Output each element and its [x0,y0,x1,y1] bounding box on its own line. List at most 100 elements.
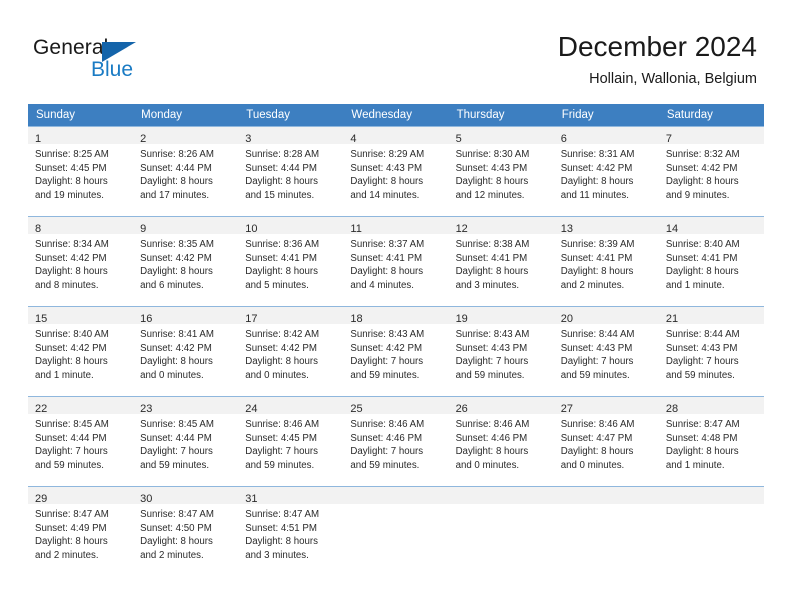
day-details: Sunrise: 8:28 AM Sunset: 4:44 PM Daylight:… [238,144,343,202]
calendar-day-cell[interactable]: 26 Sunrise: 8:46 AM Sunset: 4:46 PM Dayligh… [448,396,554,487]
calendar-day-cell-empty [553,486,659,576]
weekday-header-thursday: Thursday [448,104,554,127]
sunset-text: Sunset: 4:47 PM [560,432,633,444]
sunrise-text: Sunrise: 8:28 AM [245,149,320,160]
calendar-day-cell[interactable]: 21 Sunrise: 8:44 AM Sunset: 4:43 PM Dayligh… [658,306,764,397]
day-number-bar: 14 [658,217,764,235]
day-number-bar: 28 [658,397,764,415]
day-details: Sunrise: 8:46 AM Sunset: 4:46 PM Daylight:… [343,414,448,472]
day-details: Sunrise: 8:47 AM Sunset: 4:50 PM Daylight:… [133,504,238,562]
calendar-day-cell[interactable]: 25 Sunrise: 8:46 AM Sunset: 4:46 PM Dayligh… [343,396,449,487]
sunset-text: Sunset: 4:42 PM [350,342,423,354]
calendar-day-cell[interactable]: 13 Sunrise: 8:39 AM Sunset: 4:41 PM Dayligh… [553,216,659,307]
calendar-day-cell[interactable]: 15 Sunrise: 8:40 AM Sunset: 4:42 PM Dayligh… [28,306,134,397]
day-details: Sunrise: 8:35 AM Sunset: 4:42 PM Daylight:… [133,234,238,292]
calendar-day-cell-empty [448,486,554,576]
sunrise-text: Sunrise: 8:47 AM [35,509,109,520]
daylight-text-line2: and 59 minutes. [140,459,210,471]
day-number: 24 [245,403,258,415]
daylight-text-line2: and 6 minutes. [140,279,204,291]
daylight-text-line2: and 1 minute. [665,459,725,471]
calendar-day-cell[interactable]: 14 Sunrise: 8:40 AM Sunset: 4:41 PM Dayligh… [658,216,764,307]
calendar-day-cell[interactable]: 16 Sunrise: 8:41 AM Sunset: 4:42 PM Dayligh… [133,306,239,397]
daylight-text-line1: Daylight: 7 hours [455,356,529,368]
daylight-text-line1: Daylight: 7 hours [350,356,424,368]
day-number-bar: 7 [658,127,764,145]
calendar-day-cell[interactable]: 30 Sunrise: 8:47 AM Sunset: 4:50 PM Dayligh… [133,486,239,576]
sunset-text: Sunset: 4:43 PM [350,162,423,174]
title-block: December 2024 Hollain, Wallonia, Belgium [558,30,757,89]
day-number: 21 [665,313,679,325]
calendar-day-cell[interactable]: 9 Sunrise: 8:35 AM Sunset: 4:42 PM Daylight… [133,216,239,307]
day-details: Sunrise: 8:40 AM Sunset: 4:41 PM Daylight:… [659,234,764,292]
daylight-text-line1: Daylight: 7 hours [35,446,108,458]
day-number: 6 [560,133,567,145]
day-number: 1 [35,133,42,145]
day-details: Sunrise: 8:29 AM Sunset: 4:43 PM Daylight:… [343,144,448,202]
sunset-text: Sunset: 4:44 PM [245,162,317,174]
calendar-day-cell[interactable]: 29 Sunrise: 8:47 AM Sunset: 4:49 PM Dayligh… [28,486,134,576]
day-number: 27 [560,403,573,415]
calendar-day-cell[interactable]: 4 Sunrise: 8:29 AM Sunset: 4:43 PM Daylight… [343,126,449,217]
calendar-day-cell[interactable]: 12 Sunrise: 8:38 AM Sunset: 4:41 PM Dayligh… [448,216,554,307]
daylight-text-line2: and 5 minutes. [245,279,309,291]
calendar-day-cell[interactable]: 22 Sunrise: 8:45 AM Sunset: 4:44 PM Dayligh… [28,396,134,487]
daylight-text-line1: Daylight: 8 hours [455,176,529,188]
day-number: 22 [35,403,48,415]
sunset-text: Sunset: 4:51 PM [245,522,317,534]
daylight-text-line1: Daylight: 8 hours [665,266,739,278]
calendar-day-cell[interactable]: 3 Sunrise: 8:28 AM Sunset: 4:44 PM Daylight… [238,126,344,217]
calendar-day-cell[interactable]: 10 Sunrise: 8:36 AM Sunset: 4:41 PM Dayligh… [238,216,344,307]
day-details: Sunrise: 8:41 AM Sunset: 4:42 PM Daylight:… [133,324,238,382]
calendar-day-cell[interactable]: 19 Sunrise: 8:43 AM Sunset: 4:43 PM Dayligh… [448,306,554,397]
day-details: Sunrise: 8:44 AM Sunset: 4:43 PM Daylight:… [554,324,659,382]
calendar-day-cell[interactable]: 31 Sunrise: 8:47 AM Sunset: 4:51 PM Dayligh… [238,486,344,576]
calendar-day-cell[interactable]: 11 Sunrise: 8:37 AM Sunset: 4:41 PM Dayligh… [343,216,449,307]
logo-text-general: General [33,36,109,59]
calendar-day-cell[interactable]: 5 Sunrise: 8:30 AM Sunset: 4:43 PM Daylight… [448,126,554,217]
day-number-bar: 17 [238,307,344,325]
sunset-text: Sunset: 4:44 PM [140,162,212,174]
day-details: Sunrise: 8:43 AM Sunset: 4:43 PM Daylight:… [449,324,554,382]
daylight-text-line2: and 8 minutes. [35,279,99,291]
day-number-bar: 12 [448,217,554,235]
calendar-day-cell[interactable]: 18 Sunrise: 8:43 AM Sunset: 4:42 PM Dayligh… [343,306,449,397]
daylight-text-line1: Daylight: 8 hours [350,176,424,188]
sunset-text: Sunset: 4:41 PM [350,252,423,264]
calendar-day-cell[interactable]: 27 Sunrise: 8:46 AM Sunset: 4:47 PM Dayligh… [553,396,659,487]
calendar-day-cell[interactable]: 8 Sunrise: 8:34 AM Sunset: 4:42 PM Daylight… [28,216,134,307]
calendar-week-row: 22 Sunrise: 8:45 AM Sunset: 4:44 PM Dayligh… [28,396,764,487]
calendar-day-cell[interactable]: 24 Sunrise: 8:46 AM Sunset: 4:45 PM Dayligh… [238,396,344,487]
day-details: Sunrise: 8:30 AM Sunset: 4:43 PM Daylight:… [449,144,554,202]
sunrise-text: Sunrise: 8:36 AM [245,239,320,250]
day-details: Sunrise: 8:26 AM Sunset: 4:44 PM Daylight:… [133,144,238,202]
daylight-text-line2: and 59 minutes. [245,459,315,471]
day-details: Sunrise: 8:25 AM Sunset: 4:45 PM Daylight:… [28,144,133,202]
day-number-bar [448,487,554,504]
calendar-day-cell[interactable]: 17 Sunrise: 8:42 AM Sunset: 4:42 PM Dayligh… [238,306,344,397]
calendar-day-cell[interactable]: 6 Sunrise: 8:31 AM Sunset: 4:42 PM Daylight… [553,126,659,217]
sunrise-text: Sunrise: 8:43 AM [350,329,425,340]
day-number: 28 [665,403,679,415]
daylight-text-line1: Daylight: 8 hours [350,266,424,278]
calendar-week-row: 29 Sunrise: 8:47 AM Sunset: 4:49 PM Dayligh… [28,486,764,576]
calendar-day-cell[interactable]: 23 Sunrise: 8:45 AM Sunset: 4:44 PM Dayligh… [133,396,239,487]
calendar-header-row: Sunday Monday Tuesday Wednesday Thursday… [28,104,764,127]
sunrise-text: Sunrise: 8:38 AM [455,239,530,250]
day-number: 30 [140,493,153,505]
day-number-bar [553,487,659,504]
day-details: Sunrise: 8:37 AM Sunset: 4:41 PM Daylight:… [343,234,448,292]
daylight-text-line1: Daylight: 7 hours [665,356,739,368]
calendar-day-cell[interactable]: 7 Sunrise: 8:32 AM Sunset: 4:42 PM Daylight… [658,126,764,217]
calendar-day-cell[interactable]: 2 Sunrise: 8:26 AM Sunset: 4:44 PM Daylight… [133,126,239,217]
day-number-bar: 18 [343,307,449,325]
sunset-text: Sunset: 4:50 PM [140,522,212,534]
day-number: 20 [560,313,573,325]
daylight-text-line1: Daylight: 8 hours [245,356,318,368]
day-number: 29 [35,493,48,505]
calendar-day-cell[interactable]: 20 Sunrise: 8:44 AM Sunset: 4:43 PM Dayligh… [553,306,659,397]
daylight-text-line2: and 14 minutes. [350,189,420,201]
day-details: Sunrise: 8:47 AM Sunset: 4:49 PM Daylight:… [28,504,133,562]
calendar-day-cell[interactable]: 1 Sunrise: 8:25 AM Sunset: 4:45 PM Daylight… [28,126,134,217]
calendar-day-cell[interactable]: 28 Sunrise: 8:47 AM Sunset: 4:48 PM Dayligh… [658,396,764,487]
